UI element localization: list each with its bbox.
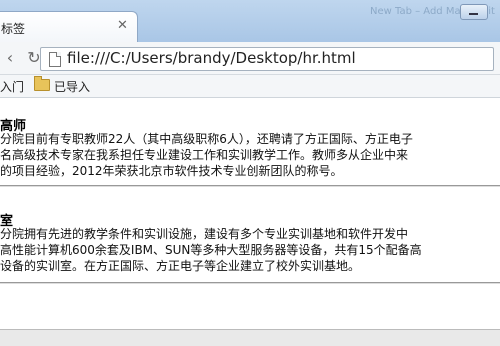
section-divider bbox=[0, 185, 500, 187]
title-bar: 标签 ✕ New Tab – Add Mark Visit bbox=[0, 0, 500, 43]
bookmark-getting-started[interactable]: 入门 bbox=[0, 78, 24, 95]
labs-paragraph-line: 分院拥有先进的教学条件和实训设施，建设有多个专业实训基地和软件开发中 bbox=[0, 227, 409, 241]
teachers-paragraph-line: 分院目前有专职教师22人（其中高级职称6人），还聘请了方正国际、方正电子 bbox=[0, 132, 413, 146]
bookmarks-bar: 入门 已导入 bbox=[0, 75, 500, 98]
address-bar-url[interactable]: file:///C:/Users/brandy/Desktop/hr.html bbox=[67, 49, 356, 67]
teachers-paragraph-line: 的项目经验，2012年荣获北京市软件技术专业创新团队的称号。 bbox=[0, 164, 343, 178]
close-tab-icon[interactable]: ✕ bbox=[117, 18, 128, 33]
back-arrow-icon[interactable]: ‹ bbox=[0, 48, 20, 68]
page-icon bbox=[49, 52, 61, 67]
browser-tab[interactable]: 标签 ✕ bbox=[0, 11, 138, 43]
page-content: 高师 分院目前有专职教师22人（其中高级职称6人），还聘请了方正国际、方正电子 … bbox=[0, 98, 500, 345]
folder-icon bbox=[34, 76, 50, 91]
horizontal-scrollbar[interactable] bbox=[0, 329, 500, 346]
tab-title: 标签 bbox=[1, 22, 26, 36]
labs-paragraph-line: 设备的实训室。在方正国际、方正电子等企业建立了校外实训基地。 bbox=[0, 259, 361, 273]
minimize-button[interactable] bbox=[460, 4, 488, 20]
teachers-paragraph-line: 名高级技术专家在我系担任专业建设工作和实训教学工作。教师多从企业中来 bbox=[0, 148, 409, 162]
bookmark-imported[interactable]: 已导入 bbox=[54, 78, 90, 95]
labs-paragraph-line: 高性能计算机600余套及IBM、SUN等多种大型服务器等设备，共有15个配备高 bbox=[0, 243, 422, 257]
section-divider bbox=[0, 282, 500, 284]
browser-toolbar: ‹ ↻ file:///C:/Users/brandy/Desktop/hr.h… bbox=[0, 42, 500, 75]
address-bar[interactable]: file:///C:/Users/brandy/Desktop/hr.html bbox=[40, 47, 494, 71]
